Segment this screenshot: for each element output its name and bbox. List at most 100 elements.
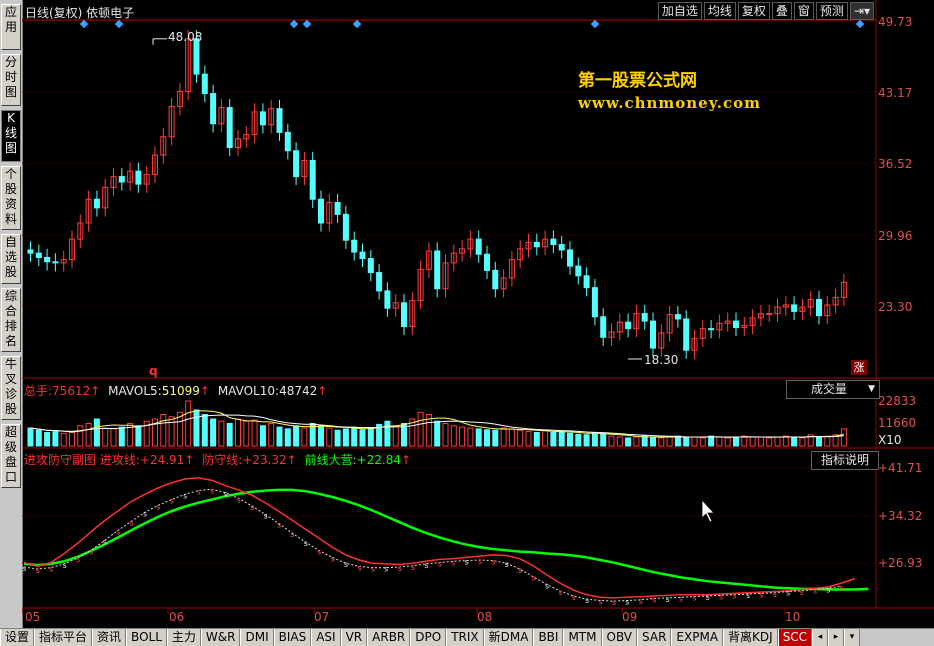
defend-marker: s <box>317 547 322 556</box>
left-sidebar: 应用 分时图 K线图 个股资料 自选股 综合排名 牛叉诊股 超级盘口 <box>0 0 23 628</box>
front-line-series <box>23 488 869 591</box>
bottom-tab--kdj[interactable]: 背离KDJ <box>723 629 778 646</box>
indicator-help-button[interactable]: 指标说明 <box>811 451 879 470</box>
volume-bar <box>168 416 175 447</box>
defend-marker: s <box>344 560 349 569</box>
defend-marker: s <box>210 486 215 495</box>
defend-marker: s <box>49 565 54 574</box>
bottom-tab-boll[interactable]: BOLL <box>126 629 167 646</box>
bottom-tab--[interactable]: 设置 <box>0 629 35 646</box>
bottom-tab-sar[interactable]: SAR <box>637 629 672 646</box>
volume-bar <box>650 436 656 447</box>
price-axis-label: 43.17 <box>878 86 913 100</box>
sidebar-tab-ranking[interactable]: 综合排名 <box>1 288 21 352</box>
defend-marker: s <box>89 547 94 556</box>
volume-bar <box>450 425 457 447</box>
volume-bar <box>243 420 250 447</box>
defend-marker: s <box>571 593 576 602</box>
moving-average-button[interactable]: 均线 <box>703 2 736 20</box>
sidebar-tab-apps[interactable]: 应用 <box>1 4 21 50</box>
bottom-tab-expma[interactable]: EXPMA <box>671 629 724 646</box>
candle-body <box>210 93 217 125</box>
rise-badge: 涨 <box>851 360 867 375</box>
add-watchlist-button[interactable]: 加自选 <box>657 2 702 20</box>
volume-bar <box>583 434 590 447</box>
bottom-tab-dpo[interactable]: DPO <box>410 629 447 646</box>
defend-marker: s <box>143 509 148 518</box>
bottom-tab-scc[interactable]: SCC <box>777 629 813 646</box>
sidebar-tab-watchlist[interactable]: 自选股 <box>1 234 21 284</box>
bottom-tab-arbr[interactable]: ARBR <box>367 629 411 646</box>
bottom-tab-mtm[interactable]: MTM <box>563 629 602 646</box>
bottom-tab-obv[interactable]: OBV <box>601 629 638 646</box>
volume-bar <box>641 435 648 447</box>
volume-indicator-select[interactable]: 成交量 ▼ <box>786 380 880 399</box>
defend-marker: s <box>732 592 737 601</box>
bottom-tab-asi[interactable]: ASI <box>311 629 341 646</box>
bottom-tab-dmi[interactable]: DMI <box>240 629 274 646</box>
overlay-button[interactable]: 叠 <box>771 2 792 20</box>
defend-marker: s <box>397 564 402 573</box>
volume-bar <box>533 432 540 447</box>
bottom-tab--dma[interactable]: 新DMA <box>483 629 534 646</box>
volume-axis-label: 22833 <box>878 394 917 408</box>
bottom-tab-vr[interactable]: VR <box>340 629 368 646</box>
more-tabs-icon[interactable]: ▾ <box>844 629 861 646</box>
candle-body <box>733 320 739 329</box>
scroll-left-icon[interactable]: ◂ <box>812 629 829 646</box>
defend-marker: s <box>759 590 764 599</box>
volume-bar <box>342 428 349 447</box>
bottom-tab--[interactable]: 主力 <box>166 629 201 646</box>
x-axis-label: 09 <box>622 610 638 624</box>
nav-end-icon[interactable]: ⇥▾ <box>849 2 874 20</box>
candle-body <box>401 302 407 327</box>
bottom-tab-trix[interactable]: TRIX <box>446 629 484 646</box>
sidebar-tab-stock-info[interactable]: 个股资料 <box>1 166 21 230</box>
candle-body <box>674 314 681 320</box>
defend-marker: s <box>76 555 81 564</box>
volume-bar <box>484 429 490 447</box>
volume-bar <box>708 435 715 447</box>
defend-marker: s <box>799 588 804 597</box>
volume-bar <box>318 425 324 447</box>
defend-marker: s <box>277 520 282 529</box>
sidebar-tab-kline[interactable]: K线图 <box>1 110 21 162</box>
sidebar-tab-super-panel[interactable]: 超级盘口 <box>1 424 21 488</box>
volume-bar <box>724 437 731 447</box>
volume-bar <box>691 436 698 447</box>
chart-toolbar: 加自选 均线 复权 叠 窗 预测 ⇥▾ <box>656 2 874 20</box>
volume-bar <box>600 432 607 447</box>
bottom-tab--[interactable]: 资讯 <box>92 629 127 646</box>
window-button[interactable]: 窗 <box>793 2 814 20</box>
defend-marker: s <box>250 503 255 512</box>
candle-body <box>293 150 300 178</box>
bottom-tab-bbi[interactable]: BBI <box>533 629 564 646</box>
sidebar-tab-intraday[interactable]: 分时图 <box>1 54 21 106</box>
defend-marker: s <box>625 597 630 606</box>
defend-marker: s <box>330 554 335 563</box>
candle-body <box>359 251 366 260</box>
sidebar-tab-diagnosis[interactable]: 牛叉诊股 <box>1 356 21 420</box>
adjusted-price-button[interactable]: 复权 <box>737 2 770 20</box>
up-arrow-icon: ↑ <box>90 384 101 398</box>
defend-marker: s <box>451 558 456 567</box>
defend-marker: s <box>531 574 536 583</box>
indicator-axis-label: +34.32 <box>878 509 923 523</box>
defend-marker: s <box>839 583 844 592</box>
x-axis-label: 05 <box>25 610 41 624</box>
candle-body <box>475 238 482 255</box>
candle-body <box>309 159 316 200</box>
scroll-right-icon[interactable]: ▸ <box>828 629 845 646</box>
bottom-tab-w-r[interactable]: W&R <box>200 629 241 646</box>
defend-marker: s <box>772 590 777 599</box>
volume-bar <box>683 436 690 447</box>
forecast-button[interactable]: 预测 <box>815 2 848 20</box>
chart-area[interactable]: ssssssssssssssssssssssssssssssssssssssss… <box>22 0 934 628</box>
volume-bar <box>517 429 524 447</box>
kline-chart[interactable]: s s s ssssssssss s s ssssssssss s s s s s s s s s s s ssss… <box>22 0 934 628</box>
volume-bar <box>301 427 308 447</box>
volume-bar <box>591 432 598 447</box>
bottom-tab-bias[interactable]: BIAS <box>273 629 312 646</box>
candle-body <box>484 253 490 271</box>
bottom-tab--[interactable]: 指标平台 <box>34 629 93 646</box>
